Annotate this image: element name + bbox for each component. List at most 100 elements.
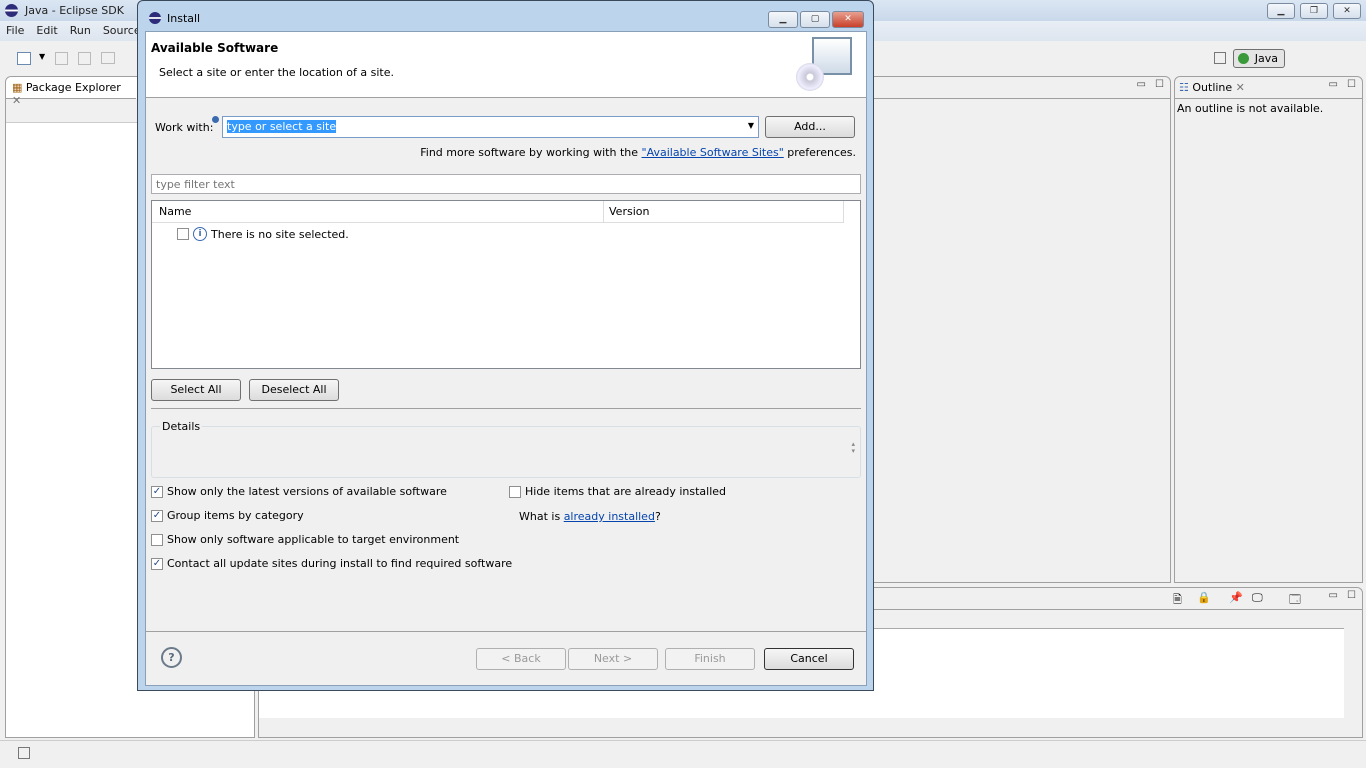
add-button[interactable]: Add... (765, 116, 855, 138)
status-bar (0, 740, 1366, 768)
dialog-title-bar: Install ▁ ▢ ✕ (138, 1, 873, 31)
menu-edit[interactable]: Edit (30, 21, 63, 40)
minimize-icon[interactable]: ▭ (1329, 79, 1338, 90)
find-more-prefix: Find more software by working with the (420, 146, 642, 159)
already-installed-link[interactable]: already installed (564, 510, 655, 523)
filter-input[interactable] (151, 174, 861, 194)
option-label: Contact all update sites during install … (167, 557, 513, 570)
select-all-button[interactable]: Select All (151, 379, 241, 401)
checkbox[interactable] (509, 485, 521, 498)
find-more-text: Find more software by working with the "… (420, 146, 856, 159)
pin-console-icon[interactable]: 📌 (1229, 591, 1243, 604)
table-row[interactable]: i There is no site selected. (177, 227, 349, 241)
chevron-down-icon[interactable]: ▼ (748, 121, 754, 130)
option-contact-update-sites[interactable]: ✓ Contact all update sites during install… (151, 557, 512, 570)
display-console-icon[interactable]: 🖵 (1252, 591, 1263, 605)
minimize-icon[interactable]: ▭ (1329, 590, 1338, 601)
dialog-body: Available Software Select a site or ente… (145, 31, 867, 686)
separator (151, 408, 861, 409)
perspective-java-button[interactable]: Java (1233, 49, 1285, 68)
fast-view-icon[interactable] (18, 747, 30, 759)
column-header-name[interactable]: Name (152, 201, 604, 223)
work-with-value: type or select a site (227, 120, 337, 133)
install-dialog: Install ▁ ▢ ✕ Available Software Select … (137, 0, 874, 691)
cancel-button[interactable]: Cancel (764, 648, 854, 670)
find-more-suffix: preferences. (783, 146, 856, 159)
install-software-icon (796, 37, 854, 93)
available-software-sites-link[interactable]: "Available Software Sites" (642, 146, 784, 159)
next-button[interactable]: Next > (568, 648, 658, 670)
close-tab-icon[interactable]: ✕ (1236, 81, 1245, 94)
what-is-prefix: What is (519, 510, 564, 523)
button-bar-separator (146, 631, 866, 632)
dialog-maximize-button[interactable]: ▢ (800, 11, 830, 28)
option-label: Show only software applicable to target … (167, 533, 460, 546)
eclipse-logo-icon (5, 4, 18, 17)
restore-button[interactable]: ❐ (1300, 3, 1328, 19)
outline-icon: ☷ (1179, 81, 1189, 94)
checkbox[interactable] (151, 533, 163, 546)
option-group-by-category[interactable]: ✓ Group items by category (151, 509, 304, 522)
package-explorer-tab[interactable]: ▦ Package Explorer ✕ (6, 77, 136, 107)
option-label: Group items by category (167, 509, 304, 522)
outline-tab[interactable]: Outline (1192, 81, 1232, 94)
tab-label: Package Explorer (25, 81, 121, 94)
dropdown-icon[interactable]: ▼ (39, 52, 45, 61)
outline-panel: ☷ Outline ✕ ▭ ☐ An outline is not availab… (1174, 76, 1363, 583)
option-latest-versions[interactable]: ✓ Show only the latest versions of availa… (151, 485, 447, 498)
empty-message: There is no site selected. (211, 227, 349, 241)
menu-file[interactable]: File (0, 21, 30, 40)
details-label: Details (160, 420, 203, 433)
option-label: Show only the latest versions of availab… (167, 485, 447, 498)
package-icon: ▦ (12, 81, 23, 94)
window-title: Java - Eclipse SDK (25, 4, 124, 17)
info-icon: i (193, 227, 207, 241)
scroll-lock-icon[interactable]: 🔒 (1197, 591, 1211, 604)
close-tab-icon[interactable]: ✕ (12, 94, 21, 107)
maximize-icon[interactable]: ☐ (1347, 79, 1356, 90)
dialog-minimize-button[interactable]: ▁ (768, 11, 798, 28)
print-icon[interactable] (101, 52, 115, 64)
maximize-icon[interactable]: ☐ (1155, 79, 1164, 90)
menu-run[interactable]: Run (64, 21, 97, 40)
back-button[interactable]: < Back (476, 648, 566, 670)
what-is-installed: What is already installed? (519, 510, 661, 523)
maximize-icon[interactable]: ☐ (1347, 590, 1356, 601)
work-with-label: Work with: (155, 121, 214, 134)
software-table: Name Version i There is no site selected… (151, 200, 861, 369)
checkbox[interactable]: ✓ (151, 485, 163, 498)
horizontal-scrollbar[interactable] (259, 718, 1344, 736)
outline-message: An outline is not available. (1177, 102, 1324, 115)
minimize-icon[interactable]: ▭ (1137, 79, 1146, 90)
eclipse-logo-icon (149, 12, 161, 24)
checkbox[interactable]: ✓ (151, 557, 163, 570)
finish-button[interactable]: Finish (665, 648, 755, 670)
column-header-version[interactable]: Version (604, 201, 844, 223)
wizard-title: Available Software (151, 41, 279, 55)
help-icon[interactable]: ? (161, 647, 182, 668)
option-hide-installed[interactable]: Hide items that are already installed (509, 485, 726, 498)
save-all-icon[interactable] (78, 52, 91, 65)
open-console-icon[interactable]: 🗔 (1289, 591, 1301, 610)
open-perspective-icon[interactable] (1214, 52, 1226, 64)
new-icon[interactable] (17, 52, 31, 65)
vertical-scrollbar[interactable] (1344, 628, 1362, 718)
what-is-suffix: ? (654, 510, 661, 523)
work-with-combo[interactable]: type or select a site ▼ (222, 116, 759, 138)
minimize-button[interactable]: ▁ (1267, 3, 1295, 19)
wizard-description: Select a site or enter the location of a… (159, 66, 395, 79)
perspective-label: Java (1254, 52, 1278, 65)
dialog-close-button[interactable]: ✕ (832, 11, 864, 28)
remove-launch-icon[interactable]: 🗎 (1173, 591, 1182, 610)
save-icon[interactable] (55, 52, 68, 65)
details-group: Details ▴ ▾ (151, 420, 861, 478)
wizard-header: Available Software Select a site or ente… (146, 32, 866, 98)
row-checkbox[interactable] (177, 228, 189, 240)
close-button[interactable]: ✕ (1333, 3, 1361, 19)
deselect-all-button[interactable]: Deselect All (249, 379, 339, 401)
java-perspective-icon (1238, 53, 1249, 64)
checkbox[interactable]: ✓ (151, 509, 163, 522)
details-scroll[interactable]: ▴ ▾ (851, 441, 855, 455)
option-target-environment[interactable]: Show only software applicable to target … (151, 533, 459, 546)
dialog-title: Install (167, 12, 201, 25)
